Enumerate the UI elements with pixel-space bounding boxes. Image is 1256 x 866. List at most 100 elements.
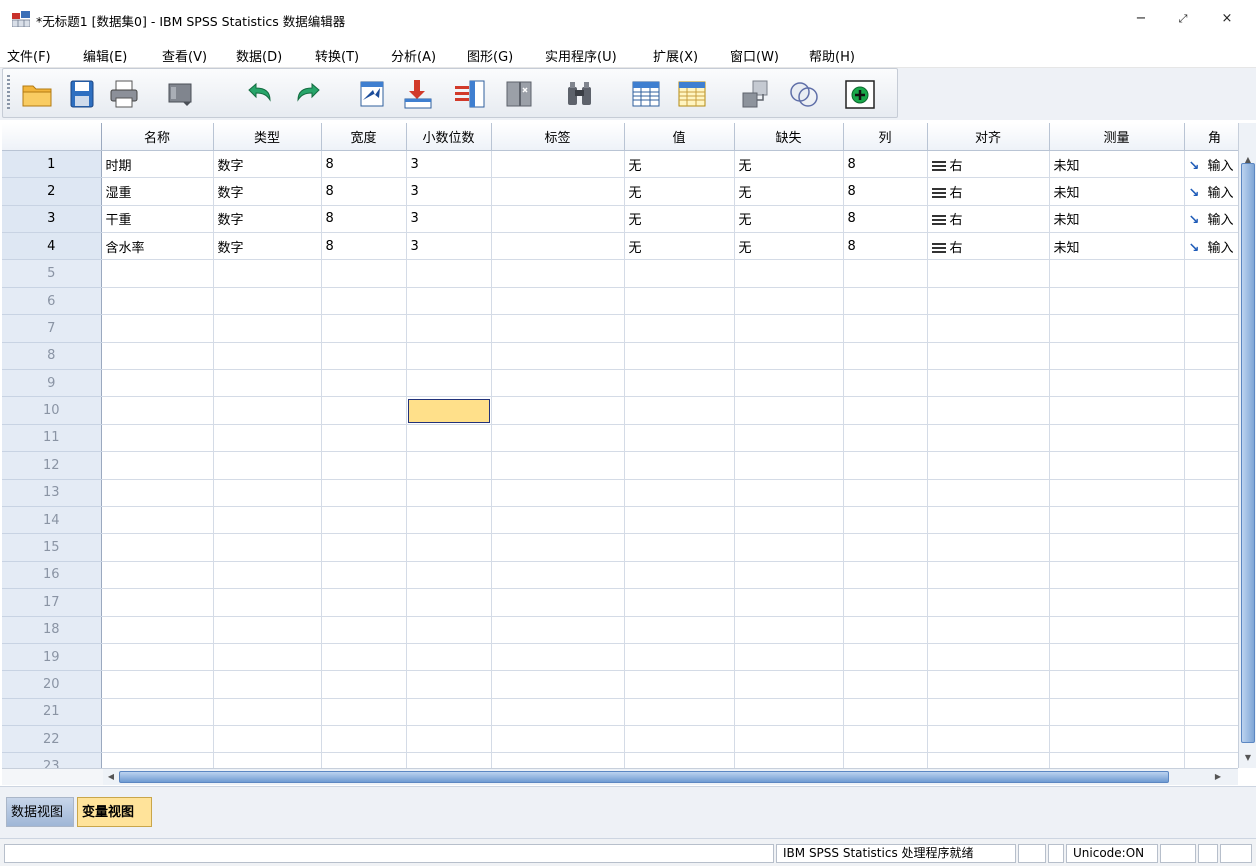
row-number[interactable]: 4	[2, 232, 102, 261]
cell-values[interactable]	[624, 259, 735, 288]
column-header-label[interactable]: 标签	[491, 123, 625, 151]
cell-role[interactable]	[1184, 533, 1238, 562]
cell-missing[interactable]	[734, 506, 844, 535]
value-labels-icon[interactable]	[739, 78, 773, 110]
cell-width[interactable]	[321, 506, 407, 535]
menu-graphs[interactable]: 图形(G)	[467, 46, 513, 65]
cell-label[interactable]	[491, 752, 625, 768]
cell-columns[interactable]	[843, 588, 928, 617]
cell-decimals[interactable]	[406, 424, 492, 453]
menu-file[interactable]: 文件(F)	[7, 46, 51, 65]
cell-decimals[interactable]	[406, 342, 492, 371]
restore-button[interactable]: ⤢	[1168, 8, 1198, 30]
cell-name[interactable]	[101, 506, 214, 535]
cell-name[interactable]: 干重	[101, 205, 214, 234]
cell-label[interactable]	[491, 533, 625, 562]
row-number[interactable]: 18	[2, 616, 102, 644]
cell-align[interactable]: 右	[927, 205, 1050, 234]
row-number[interactable]: 16	[2, 561, 102, 590]
cell-columns[interactable]	[843, 533, 928, 562]
cell-type[interactable]	[213, 533, 322, 562]
cell-values[interactable]	[624, 424, 735, 453]
cell-label[interactable]	[491, 643, 625, 672]
column-header-name[interactable]: 名称	[101, 123, 214, 151]
cell-columns[interactable]	[843, 259, 928, 288]
cell-decimals[interactable]	[406, 259, 492, 288]
vertical-scroll-thumb[interactable]	[1241, 163, 1255, 743]
cell-measure[interactable]	[1049, 698, 1185, 727]
cell-align[interactable]	[927, 479, 1050, 507]
column-header-decimals[interactable]: 小数位数	[406, 123, 492, 151]
cell-role[interactable]	[1184, 588, 1238, 617]
cell-role[interactable]	[1184, 396, 1238, 425]
row-number[interactable]: 20	[2, 670, 102, 699]
cell-measure[interactable]	[1049, 561, 1185, 590]
find-icon[interactable]	[563, 78, 597, 110]
cell-values[interactable]	[624, 369, 735, 398]
cell-name[interactable]: 含水率	[101, 232, 214, 261]
column-header-align[interactable]: 对齐	[927, 123, 1050, 151]
toolbar-grip[interactable]	[7, 75, 10, 111]
cell-label[interactable]	[491, 561, 625, 590]
cell-type[interactable]	[213, 506, 322, 535]
cell-missing[interactable]	[734, 588, 844, 617]
cell-align[interactable]: 右	[927, 150, 1050, 179]
cell-type[interactable]	[213, 670, 322, 699]
cell-type[interactable]	[213, 561, 322, 590]
cell-decimals[interactable]	[406, 287, 492, 316]
cell-label[interactable]	[491, 205, 625, 234]
redo-icon[interactable]	[291, 78, 325, 110]
cell-missing[interactable]	[734, 396, 844, 425]
cell-width[interactable]	[321, 643, 407, 672]
row-number[interactable]: 19	[2, 643, 102, 672]
cell-label[interactable]	[491, 670, 625, 699]
horizontal-scroll-thumb[interactable]	[119, 771, 1169, 783]
cell-decimals[interactable]: 3	[406, 232, 492, 261]
cell-type[interactable]	[213, 259, 322, 288]
cell-missing[interactable]	[734, 314, 844, 343]
cell-values[interactable]	[624, 725, 735, 754]
cell-align[interactable]	[927, 287, 1050, 316]
column-header-role[interactable]: 角	[1184, 123, 1238, 151]
cell-role[interactable]	[1184, 451, 1238, 480]
cell-decimals[interactable]	[406, 561, 492, 590]
cell-width[interactable]	[321, 698, 407, 727]
cell-measure[interactable]	[1049, 287, 1185, 316]
menu-window[interactable]: 窗口(W)	[730, 46, 779, 65]
split-file-icon[interactable]	[503, 78, 537, 110]
row-number[interactable]: 23	[2, 752, 102, 768]
row-number[interactable]: 10	[2, 396, 102, 425]
cell-name[interactable]	[101, 342, 214, 371]
menu-data[interactable]: 数据(D)	[236, 46, 282, 65]
cell-label[interactable]	[491, 424, 625, 453]
cell-columns[interactable]: 8	[843, 232, 928, 261]
cell-columns[interactable]	[843, 725, 928, 754]
cell-name[interactable]	[101, 698, 214, 727]
cell-align[interactable]	[927, 670, 1050, 699]
menu-help[interactable]: 帮助(H)	[809, 46, 855, 65]
cell-width[interactable]	[321, 725, 407, 754]
cell-align[interactable]	[927, 314, 1050, 343]
cell-type[interactable]	[213, 752, 322, 768]
cell-columns[interactable]	[843, 561, 928, 590]
print-icon[interactable]	[107, 78, 141, 110]
row-number[interactable]: 5	[2, 259, 102, 288]
cell-name[interactable]: 时期	[101, 150, 214, 179]
cell-align[interactable]: 右	[927, 232, 1050, 261]
cell-decimals[interactable]	[406, 479, 492, 507]
cell-align[interactable]	[927, 752, 1050, 768]
cell-label[interactable]	[491, 479, 625, 507]
cell-role[interactable]	[1184, 616, 1238, 644]
cell-values[interactable]	[624, 396, 735, 425]
cell-align[interactable]	[927, 643, 1050, 672]
cell-columns[interactable]	[843, 752, 928, 768]
cell-align[interactable]: 右	[927, 177, 1050, 206]
cell-decimals[interactable]	[406, 670, 492, 699]
cell-decimals[interactable]	[406, 369, 492, 398]
menu-extensions[interactable]: 扩展(X)	[653, 46, 698, 65]
scroll-right-icon[interactable]: ▶	[1211, 770, 1225, 784]
cell-role[interactable]	[1184, 725, 1238, 754]
cell-role[interactable]	[1184, 287, 1238, 316]
cell-label[interactable]	[491, 588, 625, 617]
cell-missing[interactable]: 无	[734, 232, 844, 261]
